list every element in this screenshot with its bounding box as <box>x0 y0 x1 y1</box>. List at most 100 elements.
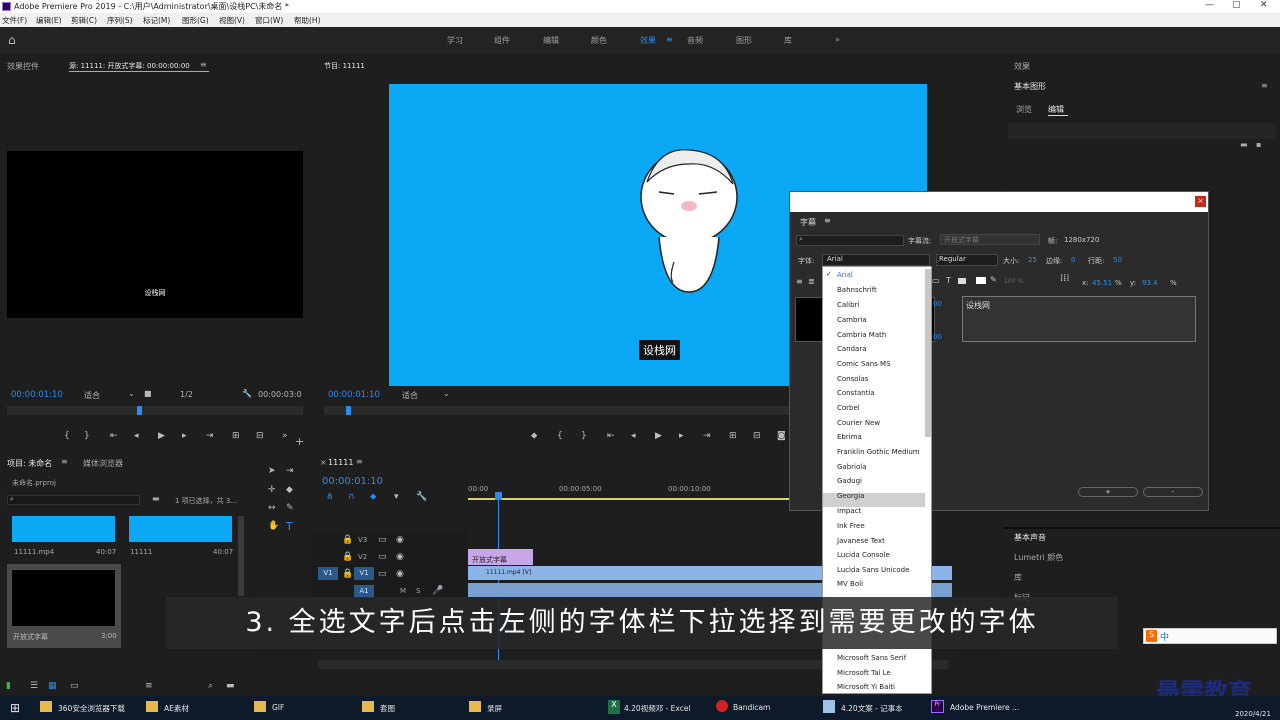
lock-project-icon[interactable]: ▮ <box>6 681 11 691</box>
dialog-close-button[interactable]: × <box>1195 196 1206 207</box>
project-menu-icon[interactable]: ≡ <box>61 457 68 466</box>
new-folder-icon[interactable]: ▬ <box>1240 140 1248 149</box>
wrench-icon[interactable]: 🔧 <box>242 389 252 398</box>
program-fit-arrow-icon[interactable]: ⌄ <box>443 389 450 398</box>
go-to-out-icon[interactable]: ⇥ <box>206 431 214 441</box>
go-to-in-icon[interactable]: ⇤ <box>110 431 118 441</box>
font-option[interactable]: Candara <box>837 345 867 353</box>
program-go-to-in-icon[interactable]: ⇤ <box>607 431 615 441</box>
source-fit-select[interactable]: 适合 <box>84 390 100 401</box>
marker-icon[interactable]: ▾ <box>394 492 399 502</box>
libraries-label[interactable]: 库 <box>1014 572 1022 583</box>
workspace-effects[interactable]: 效果 <box>640 35 656 46</box>
background-color-icon[interactable] <box>958 278 966 284</box>
delete-icon[interactable]: ▪ <box>1256 140 1261 149</box>
font-option[interactable]: Gabriola <box>837 463 867 471</box>
program-go-to-out-icon[interactable]: ⇥ <box>703 431 711 441</box>
workspace-audio[interactable]: 音频 <box>687 35 703 46</box>
play-icon[interactable]: ▶ <box>158 431 165 441</box>
menu-help[interactable]: 帮助(H) <box>294 15 321 26</box>
close-button[interactable]: ✕ <box>1260 0 1268 10</box>
add-button-icon[interactable]: + <box>295 435 304 448</box>
timeline-menu-icon[interactable]: ≡ <box>356 457 363 466</box>
new-bin-bottom-icon[interactable]: ▬ <box>226 681 235 691</box>
camera-icon[interactable]: ◙ <box>777 431 786 441</box>
insert-icon[interactable]: ⊞ <box>232 431 240 441</box>
caption-clip[interactable]: 开放式字幕 <box>468 549 533 565</box>
font-option[interactable]: Bahnschrift <box>837 286 877 294</box>
font-option[interactable]: Calibri <box>837 301 859 309</box>
caption-text-input[interactable]: 设栈网 <box>962 296 1196 342</box>
workspace-graphics[interactable]: 图形 <box>736 35 752 46</box>
workspace-more-icon[interactable]: » <box>835 35 840 44</box>
timeline-timecode[interactable]: 00:00:01:10 <box>322 476 383 487</box>
list-view-icon[interactable]: ☰ <box>30 681 38 691</box>
taskbar-item[interactable]: 套图 <box>380 703 395 714</box>
lock-icon[interactable]: 🔒 <box>342 552 353 562</box>
thumb-11111-sequence[interactable] <box>129 516 232 542</box>
font-option[interactable]: Courier New <box>837 419 880 427</box>
tab-edit[interactable]: 编辑 <box>1048 104 1064 115</box>
font-option[interactable]: Lucida Console <box>837 551 890 559</box>
font-option[interactable]: Microsoft Tai Le <box>837 669 891 677</box>
lumetri-color-label[interactable]: Lumetri 颜色 <box>1014 552 1063 563</box>
tab-program[interactable]: 节目: 11111 <box>324 61 365 71</box>
source-fit-arrow-icon[interactable]: ⌄ <box>128 389 135 398</box>
mark-in-icon[interactable]: { <box>64 431 70 441</box>
hand-tool-icon[interactable]: ✋ <box>268 521 279 531</box>
menu-edit[interactable]: 编辑(E) <box>36 15 62 26</box>
menu-sequence[interactable]: 序列(S) <box>107 15 133 26</box>
font-option[interactable]: Cambria <box>837 316 867 324</box>
icon-view-icon[interactable]: ▦ <box>48 681 57 691</box>
program-scrubber[interactable] <box>324 406 794 415</box>
find-icon[interactable]: ⌕ <box>208 681 213 691</box>
source-timecode[interactable]: 00:00:01:10 <box>11 390 63 400</box>
taskbar-item[interactable]: AE素材 <box>164 703 189 714</box>
lock-icon[interactable]: 🔒 <box>342 569 353 579</box>
workspace-learn[interactable]: 学习 <box>447 35 463 46</box>
thumb-11111-mp4[interactable] <box>12 516 115 542</box>
font-option[interactable]: Georgia <box>837 492 864 500</box>
font-option[interactable]: Javanese Text <box>837 537 885 545</box>
source-settings-icon[interactable]: ■ <box>144 389 152 398</box>
font-option[interactable]: Franklin Gothic Medium <box>837 448 920 456</box>
source-quality-select[interactable]: 1/2 <box>180 390 193 399</box>
menu-markers[interactable]: 标记(M) <box>143 15 170 26</box>
dialog-tab-captions[interactable]: 字幕 <box>800 217 816 228</box>
position-grid-icon[interactable]: ⁞⁞⁞ <box>1060 273 1070 284</box>
font-option[interactable]: Consolas <box>837 375 868 383</box>
font-option[interactable]: Cambria Math <box>837 331 886 339</box>
add-marker-timeline-icon[interactable]: ⬥ <box>370 492 376 502</box>
opacity-value[interactable]: 100 % <box>1004 278 1023 285</box>
menu-window[interactable]: 窗口(W) <box>255 15 283 26</box>
text-color-icon[interactable]: T <box>946 276 951 285</box>
start-icon[interactable]: ⊞ <box>10 701 20 715</box>
taskbar-item[interactable]: Bandicam <box>733 703 770 712</box>
lock-icon[interactable]: 🔒 <box>342 535 353 545</box>
line-spacing-value[interactable]: 50 <box>1113 256 1122 264</box>
tab-project[interactable]: 项目: 未命名 <box>7 458 52 469</box>
tab-effect-controls[interactable]: 效果控件 <box>7 61 39 72</box>
workspace-editing[interactable]: 编辑 <box>543 35 559 46</box>
taskbar-item[interactable]: Adobe Premiere ... <box>950 703 1019 712</box>
menu-file[interactable]: 文件(F) <box>2 15 27 26</box>
razor-tool-icon[interactable]: ◆ <box>286 485 293 495</box>
overwrite-icon[interactable]: ⊟ <box>256 431 264 441</box>
taskbar-item[interactable]: 4.20文案 - 记事本 <box>841 703 903 714</box>
taskbar-item[interactable]: GIF <box>272 703 284 712</box>
snap-icon[interactable]: ⋔ <box>326 492 334 502</box>
font-option[interactable]: Ink Free <box>837 522 865 530</box>
eye-icon[interactable]: ◉ <box>396 569 404 579</box>
color-swatch[interactable] <box>976 277 986 284</box>
font-option[interactable]: Comic Sans MS <box>837 360 891 368</box>
project-search-input[interactable]: ⌕ <box>7 495 140 505</box>
program-mark-in-icon[interactable]: { <box>557 431 563 441</box>
track-label-v1[interactable]: V1 <box>354 567 374 580</box>
taskbar-item[interactable]: 4.20视频邓 - Excel <box>624 703 691 714</box>
solo-button[interactable]: S <box>416 587 420 595</box>
source-playhead[interactable] <box>137 406 142 415</box>
essential-graphics-menu-icon[interactable]: ≡ <box>1261 81 1268 90</box>
in-timecode[interactable]: 00 <box>933 300 942 308</box>
lift-icon[interactable]: ⊞ <box>729 431 737 441</box>
font-list-scrollbar[interactable] <box>925 269 931 437</box>
